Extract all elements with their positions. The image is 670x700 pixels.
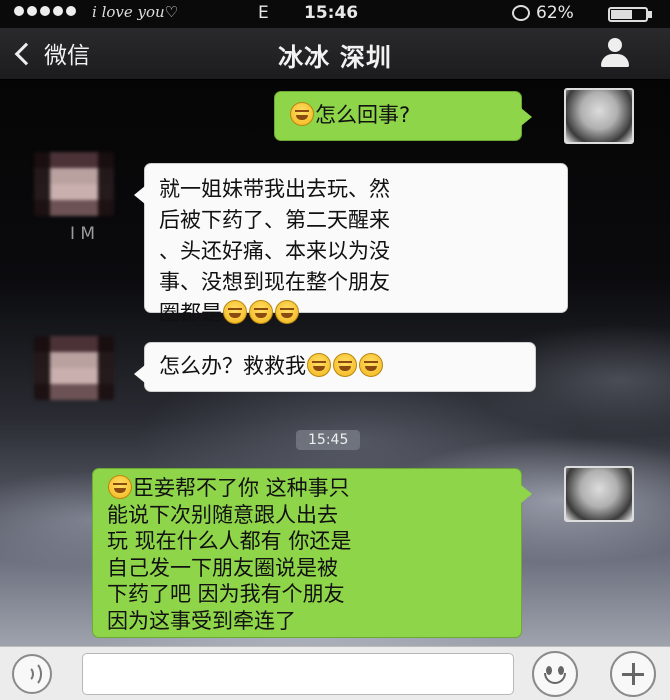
message-bubble-incoming[interactable]: 就一姐妹带我出去玩、然 后被下药了、第二天醒来 、头还好痛、本来以为没 事、没想… — [134, 163, 568, 325]
laugh-cry-emoji — [359, 353, 383, 377]
person-icon — [608, 38, 622, 52]
message-line: 后被下药了、第二天醒来 — [159, 208, 390, 232]
person-icon-body — [601, 54, 629, 67]
laugh-cry-emoji — [108, 475, 132, 499]
status-time: 15:46 — [304, 3, 359, 23]
message-line: 、头还好痛、本来以为没 — [159, 239, 390, 263]
battery-tip — [648, 11, 652, 18]
background-text: I M — [70, 224, 96, 244]
emoji-button[interactable] — [532, 651, 578, 697]
laugh-cry-emoji — [307, 353, 331, 377]
laugh-cry-emoji — [223, 300, 247, 324]
friend-avatar[interactable] — [34, 336, 114, 400]
message-line: 圈都是 — [159, 301, 222, 325]
message-text: 怎么回事? — [315, 103, 411, 127]
network-type: E — [258, 3, 269, 23]
carrier-name: i love you♡ — [92, 3, 179, 21]
battery-icon — [608, 7, 648, 22]
battery-fill — [611, 10, 632, 19]
message-bubble-outgoing[interactable]: 臣妾帮不了你 这种事只 能说下次别随意跟人出去 玩 现在什么人都有 你还是 自己… — [92, 468, 532, 638]
friend-avatar[interactable] — [34, 152, 114, 216]
signal-strength-icon — [14, 6, 76, 16]
message-line: 自己发一下朋友圈说是被 — [107, 555, 338, 580]
profile-button[interactable] — [598, 38, 632, 70]
message-line: 事、没想到现在整个朋友 — [159, 270, 390, 294]
chat-title: 冰冰 深圳 — [278, 43, 392, 72]
voice-icon-wave — [22, 661, 42, 687]
laugh-cry-emoji — [249, 300, 273, 324]
message-line: 玩 现在什么人都有 你还是 — [107, 529, 352, 553]
more-button[interactable] — [610, 651, 656, 697]
smiley-icon-mouth — [544, 673, 566, 684]
message-line: 下药了吧 因为我有个朋友 — [107, 582, 345, 606]
laugh-cry-emoji — [275, 300, 299, 324]
message-input[interactable] — [82, 653, 514, 695]
voice-button[interactable] — [12, 654, 52, 694]
laugh-cry-emoji — [333, 353, 357, 377]
message-timestamp: 15:45 — [296, 430, 361, 450]
rotation-lock-icon — [512, 5, 530, 21]
message-bubble-outgoing[interactable]: 怎么回事? — [274, 91, 532, 141]
message-line: 臣妾帮不了你 这种事只 — [133, 476, 350, 500]
message-text: 怎么办？救救我 — [159, 354, 306, 378]
input-bar — [0, 646, 670, 700]
plus-icon-vertical — [632, 663, 635, 685]
self-avatar[interactable] — [564, 466, 634, 522]
self-avatar[interactable] — [564, 88, 634, 144]
battery-percent: 62% — [536, 3, 574, 23]
message-line-last: 圈都是 — [159, 298, 553, 329]
message-line: 就一姐妹带我出去玩、然 — [159, 177, 390, 201]
message-line: 因为这事受到牵连了 — [107, 608, 296, 633]
status-bar: i love you♡ E 15:46 62% — [0, 0, 670, 28]
message-line-first: 臣妾帮不了你 这种事只 — [107, 475, 507, 502]
message-bubble-incoming[interactable]: 怎么办？救救我 — [134, 342, 536, 392]
laugh-cry-emoji — [290, 102, 314, 126]
message-line: 能说下次别随意跟人出去 — [107, 502, 338, 527]
chat-area[interactable]: I M 怎么回事? 就一姐妹带我出去玩、然 后被下药了、第二天醒来 、头还好痛、… — [0, 80, 670, 646]
chat-header: 微信 冰冰 深圳 — [0, 28, 670, 80]
